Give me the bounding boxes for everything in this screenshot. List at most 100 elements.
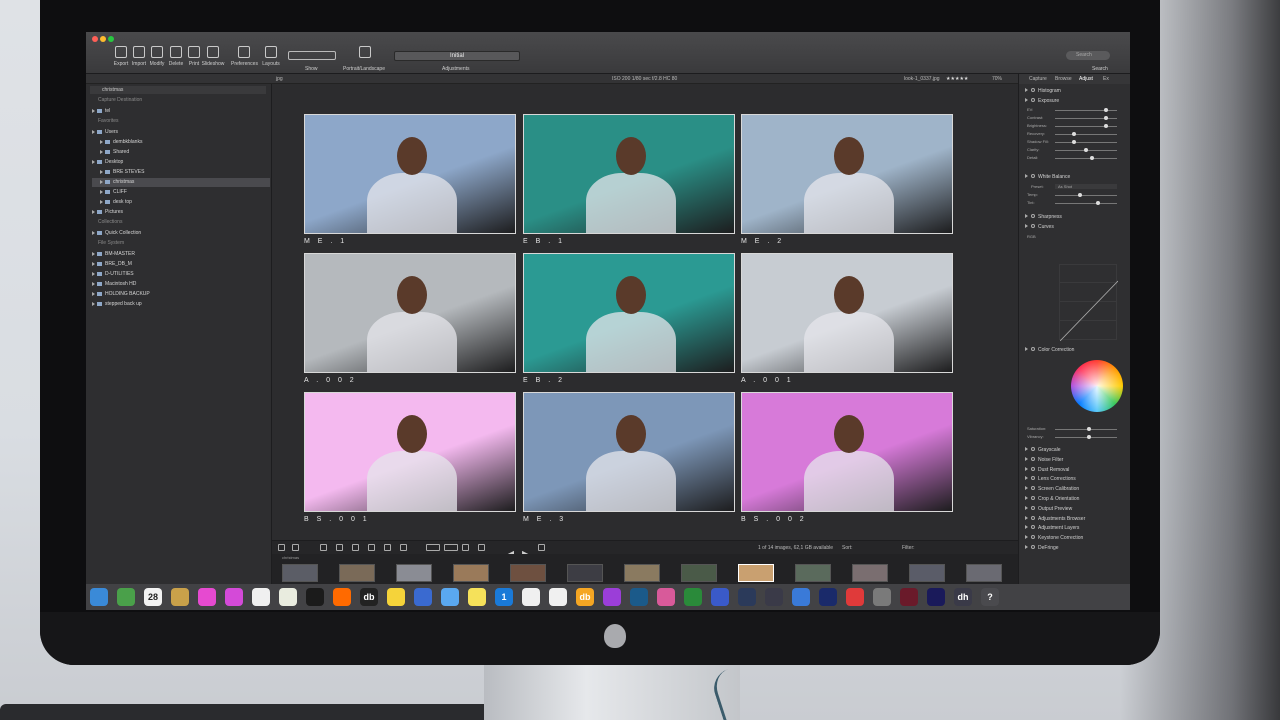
disclosure-triangle-icon[interactable] <box>100 179 103 184</box>
panel-section-bottom-5[interactable]: Crop & Orientation <box>1025 495 1079 503</box>
blue-app-icon[interactable] <box>711 588 729 606</box>
filmstrip-thumbnail[interactable] <box>396 564 432 582</box>
slider-b-icon[interactable] <box>444 544 458 551</box>
straighten-tool-icon[interactable] <box>336 544 343 551</box>
curves-channel-select[interactable]: RGB <box>1027 234 1036 239</box>
hand-tool-icon[interactable] <box>384 544 391 551</box>
panel-section-bottom-0[interactable]: Grayscale <box>1025 446 1061 454</box>
sidebar-item[interactable]: CLIFF <box>92 188 270 197</box>
db-icon[interactable]: db <box>360 588 378 606</box>
slider-knob[interactable] <box>1078 193 1082 197</box>
adjustment-slider[interactable] <box>1055 116 1117 120</box>
adjustment-slider[interactable] <box>1055 156 1117 160</box>
safari-icon[interactable] <box>117 588 135 606</box>
star-app-icon[interactable] <box>738 588 756 606</box>
disclosure-triangle-icon[interactable] <box>100 139 103 144</box>
filmstrip-thumbnail[interactable] <box>795 564 831 582</box>
vm-icon[interactable] <box>630 588 648 606</box>
sidebar-item[interactable]: Pictures <box>92 208 270 217</box>
color-wheel[interactable] <box>1071 360 1123 412</box>
pen-tool-icon[interactable] <box>352 544 359 551</box>
panel-section-bottom-4[interactable]: Screen Calibration <box>1025 485 1079 493</box>
textedit-icon[interactable] <box>252 588 270 606</box>
list-tool-icon[interactable] <box>400 544 407 551</box>
disclosure-triangle-icon[interactable] <box>100 189 103 194</box>
panel-section-curves[interactable]: Curves <box>1025 223 1054 231</box>
preview-icon[interactable] <box>279 588 297 606</box>
slideshow-button[interactable]: Slideshow <box>200 46 226 67</box>
slider-knob[interactable] <box>1087 435 1091 439</box>
slider-a-icon[interactable] <box>426 544 440 551</box>
search-input[interactable]: Search <box>1066 51 1110 60</box>
disclosure-triangle-icon[interactable] <box>92 230 95 235</box>
photo-thumbnail[interactable] <box>304 392 516 512</box>
sidebar-item[interactable]: HOLDING BACKUP <box>92 290 270 299</box>
filmstrip-thumbnail[interactable] <box>339 564 375 582</box>
disclosure-triangle-icon[interactable] <box>92 301 95 306</box>
xcode-icon[interactable] <box>414 588 432 606</box>
sidebar-item[interactable]: christmas <box>92 178 270 187</box>
panel-section-bottom-3[interactable]: Lens Corrections <box>1025 475 1076 483</box>
next-arrow-icon[interactable]: ▸ <box>522 544 530 563</box>
compare-icon[interactable] <box>538 544 545 551</box>
grid-view-icon[interactable] <box>278 544 285 551</box>
sidebar-item[interactable]: BRE STEVES <box>92 168 270 177</box>
filmstrip-thumbnail[interactable] <box>681 564 717 582</box>
panel-section-exposure[interactable]: Exposure <box>1025 97 1059 105</box>
filmstrip-thumbnail[interactable] <box>453 564 489 582</box>
sidebar-item[interactable]: Shared <box>92 148 270 157</box>
tab-capture[interactable]: Capture <box>1029 76 1047 82</box>
slider-knob[interactable] <box>1104 116 1108 120</box>
slider-knob[interactable] <box>1084 148 1088 152</box>
slider-knob[interactable] <box>1072 140 1076 144</box>
mail-app-icon[interactable] <box>792 588 810 606</box>
filmstrip-thumbnail[interactable] <box>852 564 888 582</box>
panel-section-sharpness[interactable]: Sharpness <box>1025 213 1062 221</box>
purple-app-icon[interactable] <box>603 588 621 606</box>
portrait-landscape-button[interactable] <box>352 46 378 58</box>
photo-cell[interactable]: M E . 3 <box>523 392 735 526</box>
disclosure-triangle-icon[interactable] <box>92 129 95 134</box>
dh-app-icon[interactable]: dh <box>954 588 972 606</box>
chrome-icon[interactable] <box>522 588 540 606</box>
terminal-icon[interactable] <box>306 588 324 606</box>
wb-preset-select[interactable]: As Shot <box>1055 184 1117 189</box>
disclosure-triangle-icon[interactable] <box>92 271 95 276</box>
itunes-icon[interactable] <box>225 588 243 606</box>
disclosure-triangle-icon[interactable] <box>92 261 95 266</box>
panel-section-bottom-7[interactable]: Adjustments Browser <box>1025 515 1085 523</box>
slider-knob[interactable] <box>1072 132 1076 136</box>
layouts-button[interactable]: Layouts <box>258 46 284 67</box>
sidebar-item[interactable]: BRE_DB_M <box>92 260 270 269</box>
firefox-icon[interactable] <box>333 588 351 606</box>
photo-thumbnail[interactable] <box>741 253 953 373</box>
close-window-button[interactable] <box>92 36 98 42</box>
grey-app-icon[interactable] <box>873 588 891 606</box>
filmstrip-thumbnail[interactable] <box>624 564 660 582</box>
slider-knob[interactable] <box>1104 124 1108 128</box>
1password-icon[interactable]: 1 <box>495 588 513 606</box>
zoom-tool-icon[interactable] <box>368 544 375 551</box>
sidebar-item[interactable]: desk top <box>92 198 270 207</box>
disclosure-triangle-icon[interactable] <box>100 199 103 204</box>
sidebar-item[interactable]: BM-MASTER <box>92 250 270 259</box>
panel-section-bottom-6[interactable]: Output Preview <box>1025 505 1072 513</box>
tab-browse[interactable]: Browse <box>1055 76 1072 82</box>
adjustment-slider[interactable] <box>1055 124 1117 128</box>
tab-export[interactable]: Ex <box>1103 76 1109 82</box>
notes-icon[interactable] <box>171 588 189 606</box>
word-icon[interactable] <box>549 588 567 606</box>
photo-cell[interactable]: B S . 0 0 1 <box>304 392 516 526</box>
navy2-app-icon[interactable] <box>927 588 945 606</box>
adjustment-slider[interactable] <box>1055 148 1117 152</box>
show-segmented-control[interactable] <box>288 51 336 60</box>
photo-thumbnail[interactable] <box>741 114 953 234</box>
filmstrip-thumbnail[interactable] <box>567 564 603 582</box>
sidebar-item[interactable]: D-UTILITIES <box>92 270 270 279</box>
adjustment-slider[interactable] <box>1055 132 1117 136</box>
filmstrip-thumbnail[interactable] <box>738 564 774 582</box>
adjustments-preset-select[interactable]: Initial <box>394 51 520 61</box>
disclosure-triangle-icon[interactable] <box>92 251 95 256</box>
help-app-icon[interactable]: ? <box>981 588 999 606</box>
columns-icon[interactable] <box>462 544 469 551</box>
